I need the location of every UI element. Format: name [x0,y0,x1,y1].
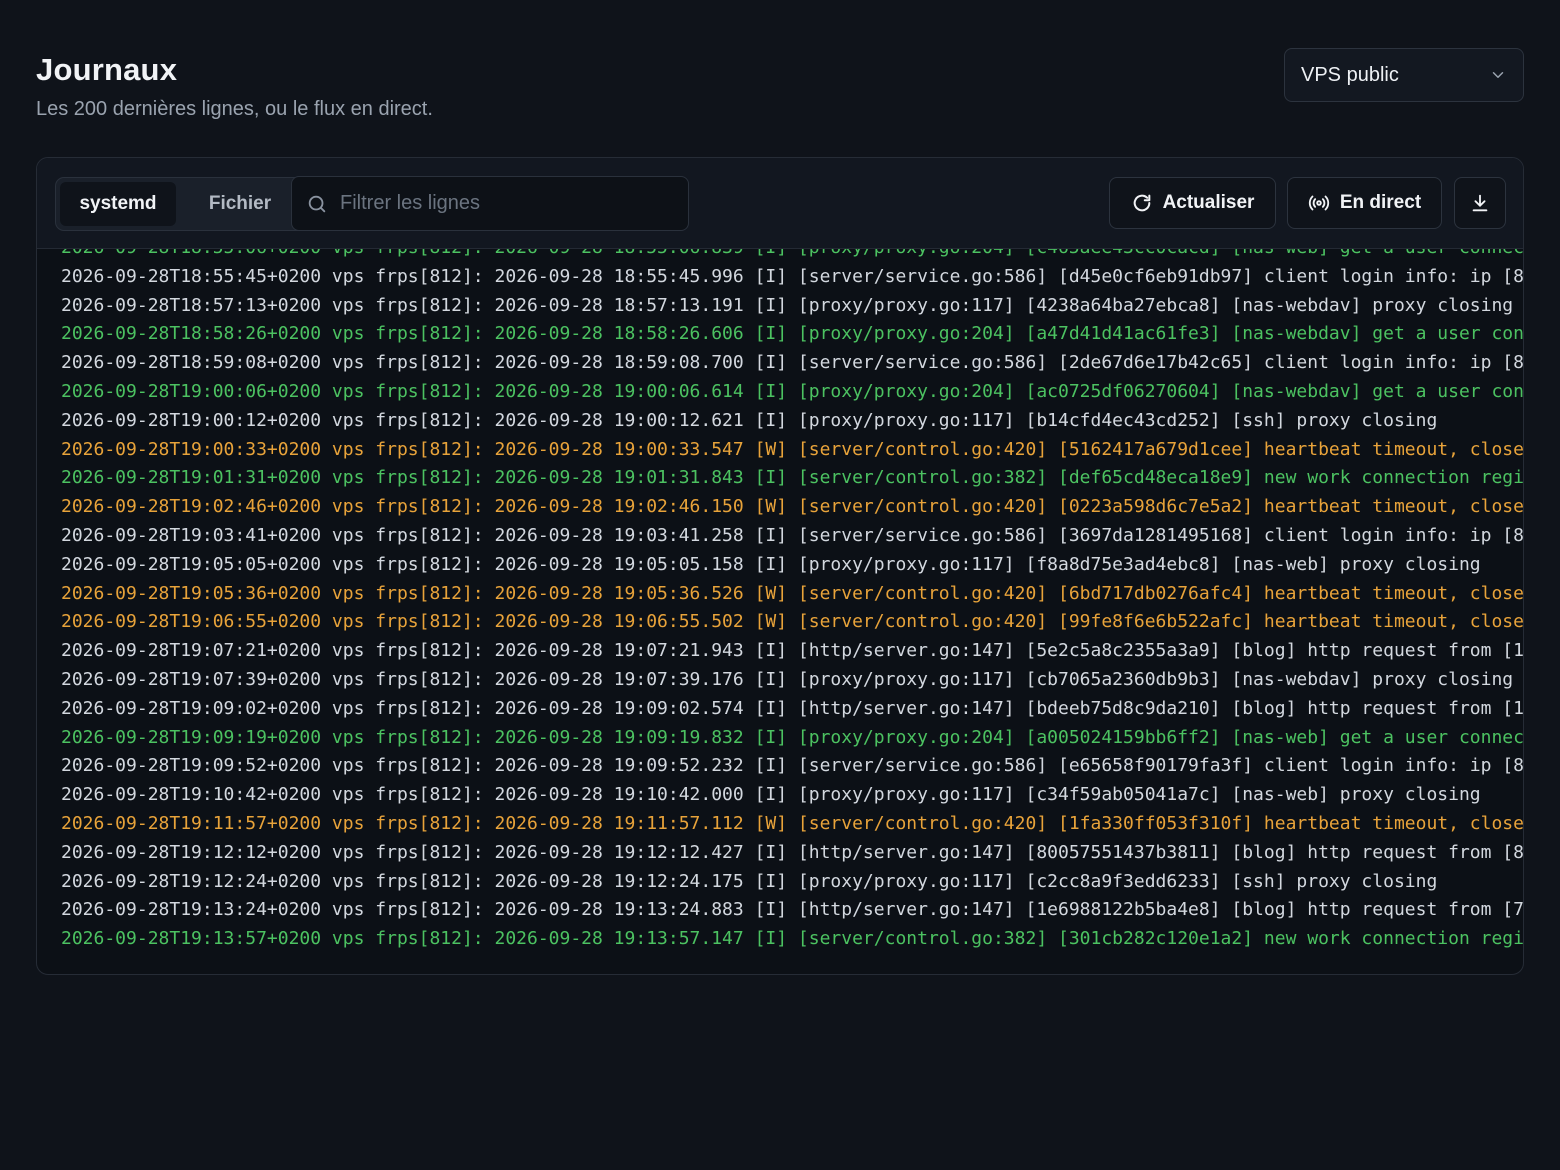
log-line: 2026-09-28T19:13:24+0200 vps frps[812]: … [61,899,1523,921]
log-line: 2026-09-28T19:00:12+0200 vps frps[812]: … [61,409,1438,431]
refresh-icon [1133,194,1150,212]
log-line: 2026-09-28T19:12:12+0200 vps frps[812]: … [61,841,1523,863]
search-input[interactable] [340,192,688,215]
chevron-down-icon [1492,72,1504,78]
page-title: Journaux [36,52,178,87]
page-header: Journaux Les 200 dernières lignes, ou le… [36,48,1524,128]
log-line: 2026-09-28T19:05:05+0200 vps frps[812]: … [61,553,1481,575]
log-line: 2026-09-28T18:59:08+0200 vps frps[812]: … [61,352,1523,374]
logs-page: Journaux Les 200 dernières lignes, ou le… [0,0,1560,1170]
log-line: 2026-09-28T19:12:24+0200 vps frps[812]: … [61,870,1438,892]
log-line: 2026-09-28T19:01:31+0200 vps frps[812]: … [61,467,1523,489]
tab-systemd[interactable]: systemd [60,182,176,226]
log-line: 2026-09-28T19:07:21+0200 vps frps[812]: … [61,640,1523,662]
log-line: 2026-09-28T19:05:36+0200 vps frps[812]: … [61,582,1523,604]
log-line: 2026-09-28T19:10:42+0200 vps frps[812]: … [61,784,1481,806]
refresh-label: Actualiser [1162,192,1255,213]
refresh-button[interactable]: Actualiser [1109,177,1276,229]
log-lines: 2026-09-28T18:55:06+0200 vps frps[812]: … [61,249,1523,954]
log-line: 2026-09-28T18:57:13+0200 vps frps[812]: … [61,294,1514,316]
logs-panel: systemd Fichier Actualiser [36,157,1524,975]
broadcast-icon [1308,195,1329,211]
tab-fichier[interactable]: Fichier [178,182,302,226]
server-select[interactable]: VPS public [1284,48,1524,102]
log-line: 2026-09-28T19:13:57+0200 vps frps[812]: … [61,928,1523,950]
log-line: 2026-09-28T19:07:39+0200 vps frps[812]: … [61,668,1514,690]
log-line: 2026-09-28T19:02:46+0200 vps frps[812]: … [61,496,1523,518]
live-label: En direct [1339,192,1422,213]
log-line: 2026-09-28T18:55:06+0200 vps frps[812]: … [61,249,1523,263]
page-subtitle: Les 200 dernières lignes, ou le flux en … [36,98,433,120]
log-line: 2026-09-28T18:55:45+0200 vps frps[812]: … [61,265,1523,287]
download-button[interactable] [1454,177,1506,229]
download-icon [1472,194,1488,212]
log-line: 2026-09-28T19:06:55+0200 vps frps[812]: … [61,611,1523,633]
search-icon [308,195,326,212]
log-line: 2026-09-28T19:00:33+0200 vps frps[812]: … [61,438,1523,460]
live-button[interactable]: En direct [1287,177,1442,229]
search-box [291,176,689,231]
log-line: 2026-09-28T19:03:41+0200 vps frps[812]: … [61,524,1523,546]
logs-toolbar: systemd Fichier Actualiser [37,158,1523,249]
log-line: 2026-09-28T19:09:02+0200 vps frps[812]: … [61,697,1523,719]
server-select-value: VPS public [1301,63,1399,86]
log-output[interactable]: 2026-09-28T18:55:06+0200 vps frps[812]: … [37,249,1523,974]
log-line: 2026-09-28T18:58:26+0200 vps frps[812]: … [61,323,1523,345]
log-line: 2026-09-28T19:11:57+0200 vps frps[812]: … [61,812,1523,834]
log-line: 2026-09-28T19:09:52+0200 vps frps[812]: … [61,755,1523,777]
log-line: 2026-09-28T19:00:06+0200 vps frps[812]: … [61,380,1523,402]
log-line: 2026-09-28T19:09:19+0200 vps frps[812]: … [61,726,1523,748]
source-tabs: systemd Fichier [55,177,307,231]
